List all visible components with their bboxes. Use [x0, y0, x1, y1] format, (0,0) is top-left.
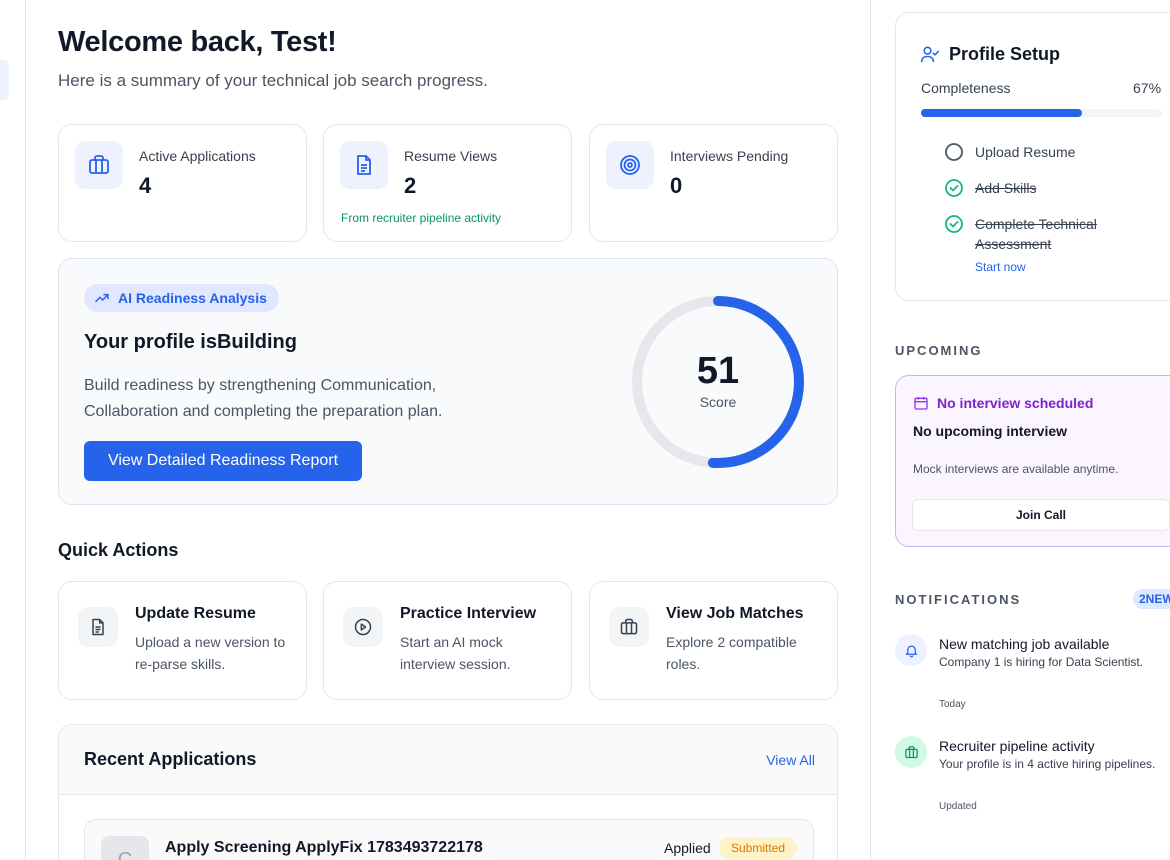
recent-applications-title: Recent Applications [84, 749, 257, 769]
page-title: Welcome back, Test! [58, 26, 337, 58]
page-subtitle: Here is a summary of your technical job … [58, 71, 488, 90]
recent-applications-header: Recent Applications View All [59, 725, 837, 795]
upcoming-interview-card: No interview scheduled No upcoming inter… [895, 375, 1170, 547]
notification-title: New matching job available [939, 636, 1110, 652]
status-badge: Submitted [719, 837, 798, 859]
task-label-line2: Assessment [975, 236, 1052, 252]
quick-action-update-resume[interactable]: Update Resume Upload a new version to re… [58, 581, 307, 700]
application-title: Apply Screening ApplyFix 1783493722178 [165, 839, 483, 856]
profile-setup-card: Profile Setup Completeness 67% Upload Re… [895, 12, 1170, 301]
check-circle-icon [945, 215, 963, 233]
stat-label: Active Applications [139, 148, 256, 164]
document-icon [78, 607, 118, 647]
readiness-description: Build readiness by strengthening Communi… [84, 377, 443, 420]
task-label: Complete Technical [975, 216, 1097, 232]
briefcase-icon [895, 736, 927, 768]
upcoming-main-text: No upcoming interview [913, 423, 1068, 439]
readiness-badge-label: AI Readiness Analysis [118, 290, 267, 306]
trending-up-icon [95, 293, 109, 303]
notification-time: Updated [939, 801, 977, 812]
quick-action-title: Update Resume [135, 605, 256, 622]
view-all-link[interactable]: View All [766, 752, 815, 768]
join-call-button[interactable]: Join Call [912, 499, 1170, 531]
target-icon [606, 141, 654, 189]
stat-card-interviews-pending: Interviews Pending 0 [589, 124, 838, 242]
upcoming-status: No interview scheduled [937, 395, 1094, 411]
dashboard: Welcome back, Test! Here is a summary of… [0, 0, 1170, 860]
completeness-bar-fill [921, 109, 1083, 117]
score-gauge: 51 Score [630, 294, 806, 470]
score-value: 51 [696, 350, 740, 392]
application-status: Applied [664, 840, 711, 856]
completeness-percent: 67% [1133, 80, 1162, 96]
view-readiness-report-button[interactable]: View Detailed Readiness Report [84, 441, 362, 481]
completeness-label: Completeness [921, 80, 1011, 96]
task-label: Add Skills [975, 180, 1037, 196]
notifications-count-badge: 2NEW [1133, 589, 1170, 609]
upcoming-heading: UPCOMING [895, 343, 983, 358]
briefcase-icon [609, 607, 649, 647]
stat-card-resume-views: Resume Views 2 From recruiter pipeline a… [323, 124, 572, 242]
quick-action-desc: Start an AI mock interview session. [400, 634, 511, 672]
readiness-title: Your profile isBuilding [84, 331, 297, 353]
stat-value: 4 [139, 173, 152, 198]
column-divider [870, 0, 871, 860]
recent-applications-card: Recent Applications View All C Apply Scr… [58, 724, 838, 860]
stat-value: 2 [404, 173, 417, 198]
stat-note: From recruiter pipeline activity [341, 211, 502, 225]
score-label: Score [699, 394, 737, 410]
quick-action-view-job-matches[interactable]: View Job Matches Explore 2 compatible ro… [589, 581, 838, 700]
completeness-bar [921, 109, 1162, 117]
company-logo: C [101, 836, 149, 860]
briefcase-icon [75, 141, 123, 189]
play-icon [343, 607, 383, 647]
sidebar [0, 0, 26, 860]
document-icon [340, 141, 388, 189]
stat-value: 0 [670, 173, 683, 198]
notification-desc: Company 1 is hiring for Data Scientist. [939, 655, 1144, 669]
notification-desc: Your profile is in 4 active hiring pipel… [939, 757, 1156, 771]
table-row[interactable]: C Apply Screening ApplyFix 1783493722178… [84, 819, 814, 860]
stat-label: Resume Views [404, 148, 498, 164]
stat-label: Interviews Pending [670, 148, 789, 164]
quick-actions-title: Quick Actions [58, 540, 179, 560]
user-check-icon [920, 46, 940, 63]
sidebar-active-item[interactable] [0, 60, 9, 100]
stat-card-active-applications: Active Applications 4 [58, 124, 307, 242]
profile-setup-title: Profile Setup [949, 44, 1061, 64]
task-label: Upload Resume [975, 144, 1076, 160]
start-now-link[interactable]: Start now [975, 260, 1026, 274]
readiness-card: AI Readiness Analysis Your profile isBui… [58, 258, 838, 505]
check-circle-icon [945, 179, 963, 197]
circle-icon [945, 143, 963, 161]
readiness-badge: AI Readiness Analysis [84, 284, 279, 312]
quick-action-desc: Upload a new version to re-parse skills. [135, 634, 286, 672]
quick-action-title: Practice Interview [400, 605, 537, 622]
notifications-heading: NOTIFICATIONS [895, 592, 1022, 607]
notification-title: Recruiter pipeline activity [939, 738, 1095, 754]
quick-action-practice-interview[interactable]: Practice Interview Start an AI mock inte… [323, 581, 572, 700]
quick-action-desc: Explore 2 compatible roles. [666, 634, 797, 672]
notification-time: Today [939, 699, 966, 710]
quick-action-title: View Job Matches [666, 605, 804, 622]
upcoming-note: Mock interviews are available anytime. [913, 462, 1119, 476]
bell-icon [895, 634, 927, 666]
calendar-icon [914, 397, 928, 410]
